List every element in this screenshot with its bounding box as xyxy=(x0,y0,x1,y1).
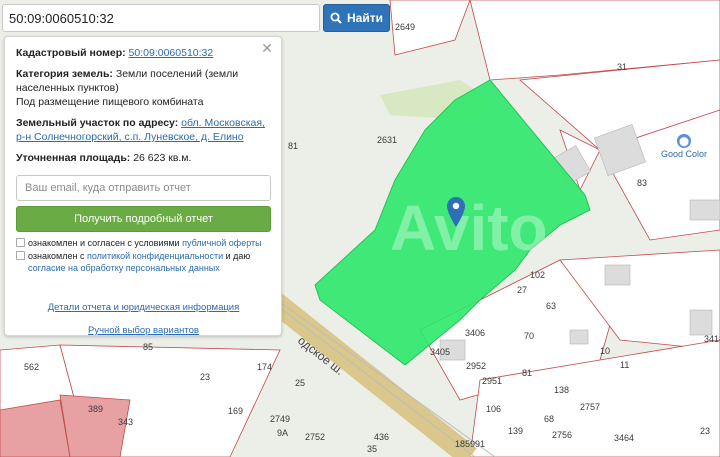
svg-text:83: 83 xyxy=(637,178,647,188)
category-row: Категория земель: Земли поселений (земли… xyxy=(16,67,271,109)
svg-text:81: 81 xyxy=(522,368,532,378)
manual-selection-link[interactable]: Ручной выбор вариантов xyxy=(88,325,199,336)
shopping-bag-icon: ⬤ xyxy=(677,134,691,148)
svg-text:106: 106 xyxy=(486,404,501,414)
cadastral-row: Кадастровый номер: 50:09:0060510:32 xyxy=(16,46,271,60)
svg-text:185991: 185991 xyxy=(455,439,485,449)
personal-data-link[interactable]: согласие на обработку персональных данны… xyxy=(28,263,220,273)
svg-text:2749: 2749 xyxy=(270,414,290,424)
svg-text:23: 23 xyxy=(700,426,710,436)
consent-offer-label: ознакомлен и согласен с условиями xyxy=(28,238,180,248)
svg-text:63: 63 xyxy=(546,301,556,311)
svg-text:174: 174 xyxy=(257,362,272,372)
svg-text:2756: 2756 xyxy=(552,430,572,440)
area-value: 26 623 кв.м. xyxy=(133,152,192,164)
svg-text:2952: 2952 xyxy=(466,361,486,371)
consent-privacy-prefix: ознакомлен с xyxy=(28,251,85,261)
svg-text:389: 389 xyxy=(88,404,103,414)
svg-text:25: 25 xyxy=(295,378,305,388)
get-report-button[interactable]: Получить подробный отчет xyxy=(16,206,271,232)
cadastral-label: Кадастровый номер: xyxy=(16,47,126,59)
privacy-policy-link[interactable]: политикой конфиденциальности xyxy=(87,251,223,261)
svg-text:68: 68 xyxy=(544,414,554,424)
svg-text:35: 35 xyxy=(367,444,377,454)
close-icon[interactable]: ✕ xyxy=(261,41,273,55)
svg-text:2631: 2631 xyxy=(377,135,397,145)
search-input[interactable] xyxy=(3,5,319,31)
consent-offer-row: ознакомлен и согласен с условиями публич… xyxy=(16,237,271,249)
poi-good-color[interactable]: ⬤ Good Color xyxy=(657,134,711,160)
purpose-text: Под размещение пищевого комбината xyxy=(16,96,204,108)
svg-text:10: 10 xyxy=(600,346,610,356)
address-label: Земельный участок по адресу: xyxy=(16,117,179,129)
consent-privacy-checkbox[interactable] xyxy=(16,251,25,260)
consent-privacy-text: ознакомлен с политикой конфиденциальност… xyxy=(28,250,271,274)
map-pin-icon[interactable] xyxy=(447,197,465,227)
search-button-label: Найти xyxy=(347,11,383,25)
search-icon xyxy=(330,12,342,24)
panel-footer: Детали отчета и юридическая информация Р… xyxy=(16,302,271,336)
svg-text:436: 436 xyxy=(374,432,389,442)
consent-privacy-mid: и даю xyxy=(225,251,251,261)
email-field[interactable] xyxy=(16,175,271,201)
svg-text:9A: 9A xyxy=(277,428,288,438)
parcel-info-panel: ✕ Кадастровый номер: 50:09:0060510:32 Ка… xyxy=(4,36,282,336)
area-row: Уточненная площадь: 26 623 кв.м. xyxy=(16,151,271,165)
public-offer-link[interactable]: публичной оферты xyxy=(182,238,262,248)
svg-text:3464: 3464 xyxy=(614,433,634,443)
svg-text:3405: 3405 xyxy=(430,347,450,357)
svg-text:85: 85 xyxy=(143,342,153,352)
svg-text:31: 31 xyxy=(617,62,627,72)
svg-text:81: 81 xyxy=(288,141,298,151)
search-field[interactable] xyxy=(2,4,320,32)
svg-text:102: 102 xyxy=(530,270,545,280)
svg-text:2757: 2757 xyxy=(580,402,600,412)
search-button[interactable]: Найти xyxy=(323,4,390,32)
svg-text:2752: 2752 xyxy=(305,432,325,442)
area-label: Уточненная площадь: xyxy=(16,152,131,164)
svg-text:139: 139 xyxy=(508,426,523,436)
cadastral-link[interactable]: 50:09:0060510:32 xyxy=(129,47,214,59)
svg-text:2649: 2649 xyxy=(395,22,415,32)
svg-text:Avito: Avito xyxy=(390,192,548,264)
address-row: Земельный участок по адресу: обл. Москов… xyxy=(16,116,271,144)
details-link[interactable]: Детали отчета и юридическая информация xyxy=(48,302,240,313)
svg-text:23: 23 xyxy=(200,372,210,382)
svg-text:343: 343 xyxy=(118,417,133,427)
svg-text:3406: 3406 xyxy=(465,328,485,338)
svg-text:3418: 3418 xyxy=(704,334,720,344)
category-label: Категория земель: xyxy=(16,68,113,80)
svg-text:2951: 2951 xyxy=(482,376,502,386)
svg-text:11: 11 xyxy=(620,360,629,370)
svg-text:27: 27 xyxy=(517,285,527,295)
consent-offer-text: ознакомлен и согласен с условиями публич… xyxy=(28,237,262,249)
consent-privacy-row: ознакомлен с политикой конфиденциальност… xyxy=(16,250,271,274)
svg-text:562: 562 xyxy=(24,362,39,372)
svg-text:169: 169 xyxy=(228,406,243,416)
svg-text:138: 138 xyxy=(554,385,569,395)
svg-text:70: 70 xyxy=(524,331,534,341)
consent-offer-checkbox[interactable] xyxy=(16,238,25,247)
poi-label: Good Color xyxy=(660,149,708,159)
